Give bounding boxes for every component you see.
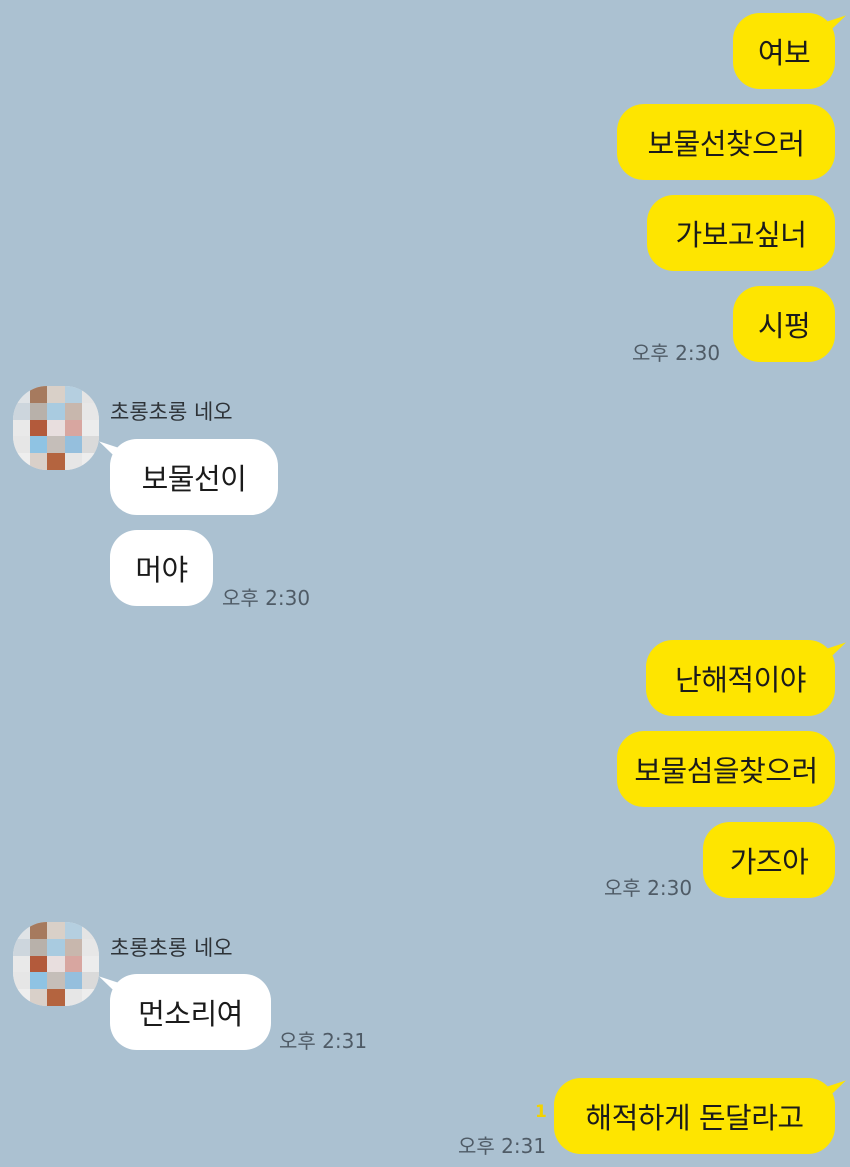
sender-name: 초롱초롱 네오 <box>110 400 233 424</box>
message-bubble-mine[interactable]: 여보 <box>733 13 835 89</box>
message-timestamp: 오후 2:30 <box>222 586 311 610</box>
sender-name: 초롱초롱 네오 <box>110 936 233 960</box>
message-bubble-mine[interactable]: 시펑 <box>733 286 835 362</box>
message-timestamp: 오후 2:30 <box>632 341 721 365</box>
message-bubble-friend[interactable]: 보물선이 <box>110 439 278 515</box>
friend-avatar[interactable] <box>13 386 99 470</box>
message-timestamp: 오후 2:30 <box>604 876 693 900</box>
message-bubble-mine[interactable]: 해적하게 돈달라고 <box>554 1078 835 1154</box>
message-timestamp: 오후 2:31 <box>279 1029 368 1053</box>
message-bubble-friend[interactable]: 머야 <box>110 530 213 606</box>
message-bubble-mine[interactable]: 가즈아 <box>703 822 835 898</box>
message-bubble-mine[interactable]: 가보고싶너 <box>647 195 835 271</box>
message-bubble-friend[interactable]: 먼소리여 <box>110 974 271 1050</box>
message-bubble-mine[interactable]: 보물섬을찾으러 <box>617 731 835 807</box>
message-timestamp: 오후 2:31 <box>458 1134 547 1158</box>
message-bubble-mine[interactable]: 난해적이야 <box>646 640 835 716</box>
unread-count-badge: 1 <box>535 1102 547 1122</box>
friend-avatar[interactable] <box>13 922 99 1006</box>
message-bubble-mine[interactable]: 보물선찾으러 <box>617 104 835 180</box>
